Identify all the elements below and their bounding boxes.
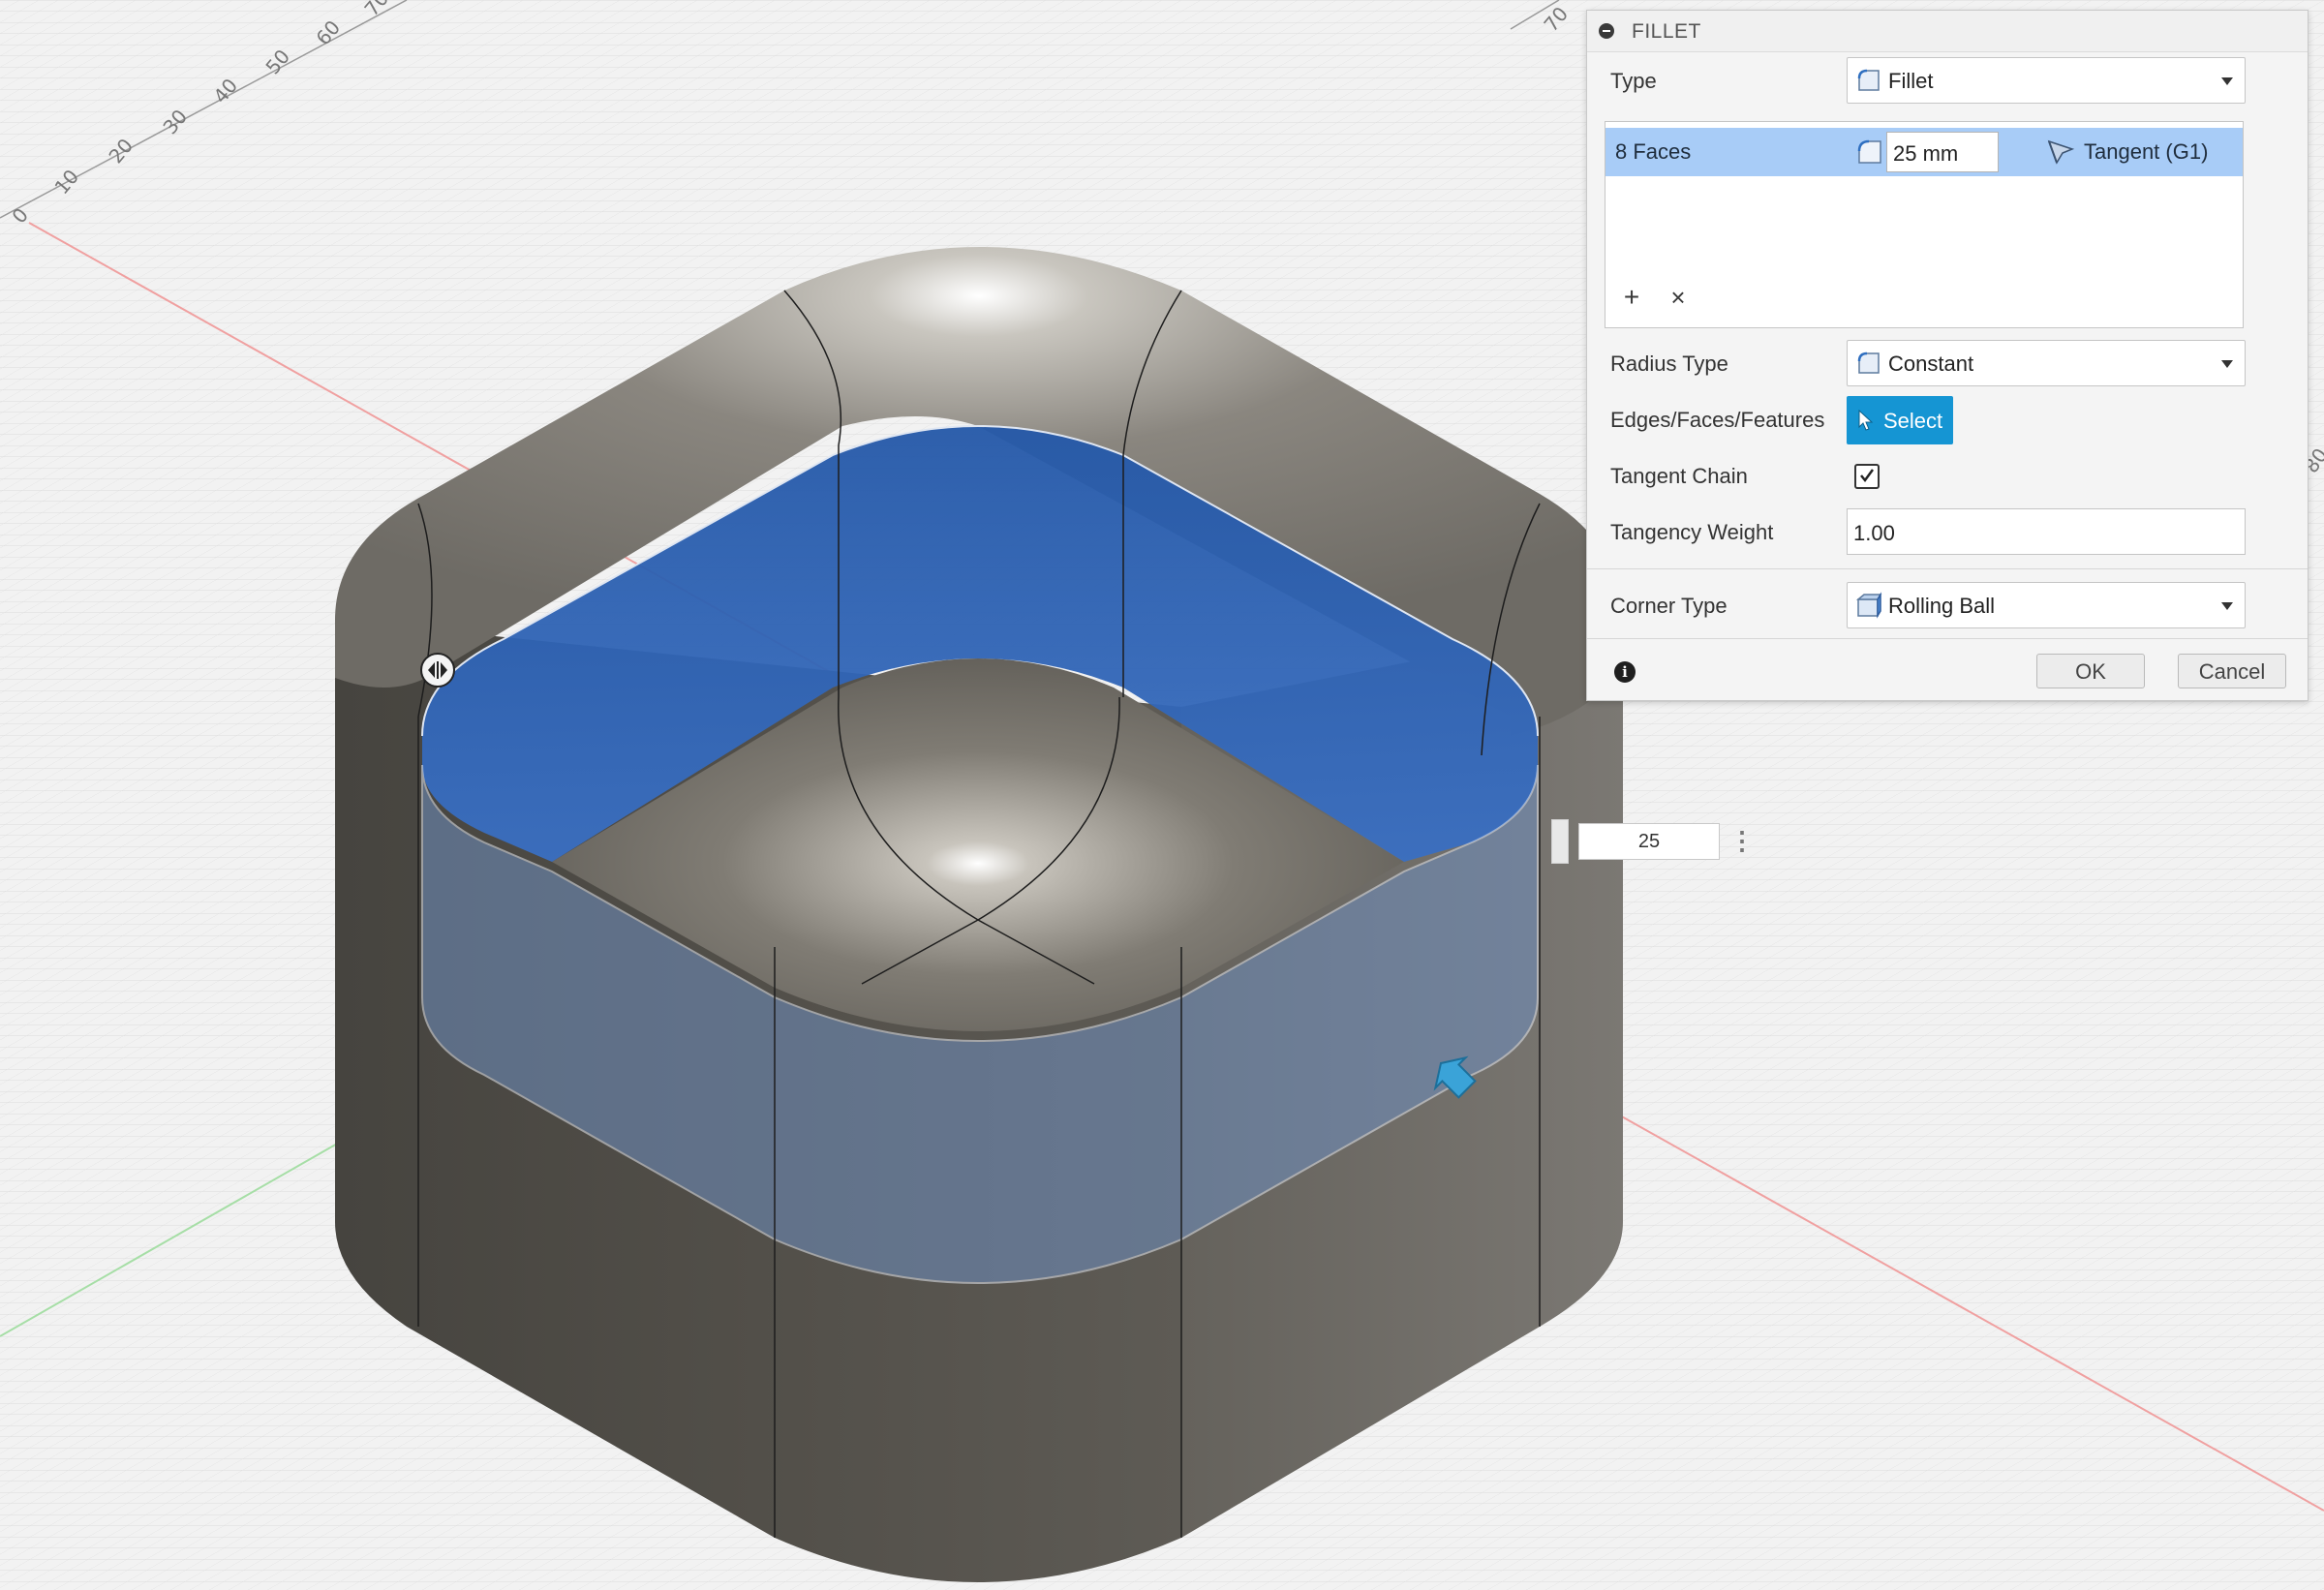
select-button[interactable]: Select (1847, 396, 1953, 444)
checkmark-icon (1860, 469, 1875, 483)
selection-faces: 8 Faces (1615, 139, 1692, 164)
chevron-down-icon (2221, 77, 2233, 85)
rolling-ball-icon (1855, 592, 1882, 619)
corner-type-dropdown[interactable]: Rolling Ball (1847, 582, 2246, 628)
collapse-icon[interactable] (1599, 23, 1614, 39)
container-model[interactable] (335, 247, 1623, 1582)
cursor-arrow-icon (1858, 410, 1874, 431)
fillet-dialog: FILLET Type Fillet 8 Faces 25 mm Tangent… (1586, 10, 2309, 701)
type-dropdown[interactable]: Fillet (1847, 57, 2246, 104)
info-icon[interactable]: i (1614, 661, 1636, 683)
close-icon[interactable]: × (1664, 283, 1693, 312)
more-options-icon[interactable]: ⋮ (1729, 825, 1755, 858)
radius-type-label: Radius Type (1610, 352, 1728, 376)
edges-label: Edges/Faces/Features (1610, 408, 1825, 432)
radius-icon (1857, 139, 1881, 164)
fillet-handle-icon[interactable] (420, 653, 455, 688)
type-value: Fillet (1888, 69, 1934, 93)
tangent-chain-label: Tangent Chain (1610, 464, 1748, 488)
radius-manipulator[interactable]: 25 ⋮ (1551, 819, 1758, 864)
fillet-type-icon (1857, 69, 1880, 91)
drag-grip[interactable] (1551, 819, 1569, 864)
ok-button[interactable]: OK (2036, 654, 2145, 688)
divider (1587, 638, 2308, 639)
dialog-header[interactable]: FILLET (1587, 11, 2308, 52)
dialog-title: FILLET (1632, 20, 1701, 43)
select-button-label: Select (1883, 409, 1943, 433)
tangency-weight-input[interactable]: 1.00 (1847, 508, 2246, 555)
cancel-button[interactable]: Cancel (2178, 654, 2286, 688)
constant-radius-icon (1857, 352, 1880, 374)
radius-input[interactable]: 25 mm (1886, 132, 1999, 172)
tangent-continuity-icon[interactable] (2045, 138, 2076, 167)
continuity-value[interactable]: Tangent (G1) (2084, 139, 2208, 165)
chevron-down-icon (2221, 602, 2233, 610)
radius-type-dropdown[interactable]: Constant (1847, 340, 2246, 386)
radius-value-input[interactable]: 25 (1578, 823, 1720, 860)
corner-type-value: Rolling Ball (1888, 594, 1996, 618)
selection-list[interactable]: 8 Faces 25 mm Tangent (G1) + × (1605, 121, 2244, 328)
tangency-weight-label: Tangency Weight (1610, 520, 1774, 544)
corner-type-label: Corner Type (1610, 594, 1728, 618)
divider (1587, 568, 2308, 569)
tangent-chain-checkbox[interactable] (1854, 464, 1880, 489)
radius-type-value: Constant (1888, 352, 1974, 376)
type-label: Type (1610, 69, 1657, 93)
chevron-down-icon (2221, 360, 2233, 368)
selection-row[interactable]: 8 Faces 25 mm Tangent (G1) (1605, 128, 2243, 176)
plus-icon[interactable]: + (1617, 283, 1646, 312)
